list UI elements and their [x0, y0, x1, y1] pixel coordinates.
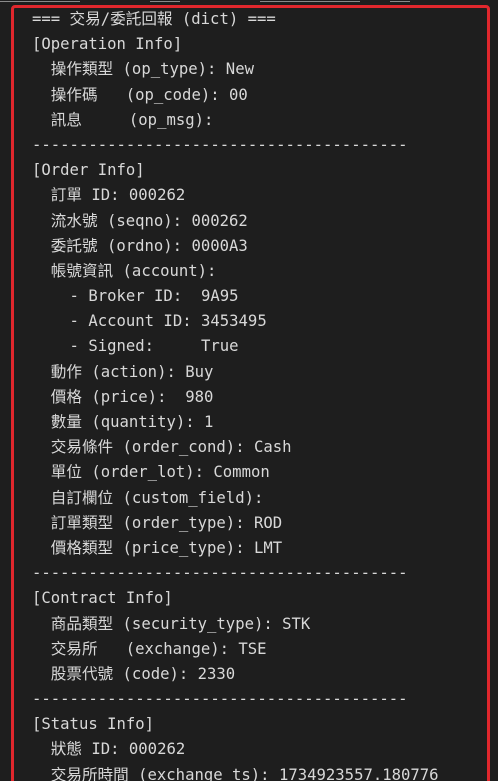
section-status-info: [Status Info] — [32, 715, 155, 734]
section-contract-info: [Contract Info] — [32, 589, 173, 608]
seqno-line: 流水號 (seqno): 000262 — [32, 211, 248, 230]
order-lot-line: 單位 (order_lot): Common — [32, 463, 270, 482]
broker-id-line: - Broker ID: 9A95 — [32, 287, 239, 306]
account-line: 帳號資訊 (account): — [32, 261, 217, 280]
action-line: 動作 (action): Buy — [32, 362, 214, 381]
code-line: 股票代號 (code): 2330 — [32, 664, 236, 683]
exchange-line: 交易所 (exchange): TSE — [32, 639, 267, 658]
report-header: === 交易/委託回報 (dict) === — [32, 10, 276, 28]
order-type-line: 訂單類型 (order_type): ROD — [32, 513, 283, 532]
exchange-ts-line: 交易所時間 (exchange_ts): 1734923557.180776 — [32, 765, 439, 781]
ordno-line: 委託號 (ordno): 0000A3 — [32, 236, 248, 255]
section-order-info: [Order Info] — [32, 161, 145, 180]
separator: ---------------------------------------- — [32, 690, 408, 709]
price-line: 價格 (price): 980 — [32, 387, 214, 406]
section-operation-info: [Operation Info] — [32, 35, 183, 54]
quantity-line: 數量 (quantity): 1 — [32, 413, 214, 431]
status-id-line: 狀態 ID: 000262 — [32, 740, 186, 759]
signed-line: - Signed: True — [32, 337, 239, 356]
terminal-output: === 交易/委託回報 (dict) === [Operation Info] … — [32, 7, 439, 781]
order-cond-line: 交易條件 (order_cond): Cash — [32, 438, 292, 457]
price-type-line: 價格類型 (price_type): LMT — [32, 538, 283, 557]
op-type-line: 操作類型 (op_type): New — [32, 60, 254, 79]
order-id-line: 訂單 ID: 000262 — [32, 186, 186, 205]
terminal-screenshot: === 交易/委託回報 (dict) === [Operation Info] … — [0, 0, 498, 781]
op-msg-line: 訊息 (op_msg): — [32, 110, 214, 129]
separator: ---------------------------------------- — [32, 135, 408, 154]
security-type-line: 商品類型 (security_type): STK — [32, 614, 311, 633]
op-code-line: 操作碼 (op_code): 00 — [32, 85, 248, 104]
custom-field-line: 自訂欄位 (custom_field): — [32, 488, 264, 507]
account-id-line: - Account ID: 3453495 — [32, 312, 267, 331]
separator: ---------------------------------------- — [32, 564, 408, 583]
